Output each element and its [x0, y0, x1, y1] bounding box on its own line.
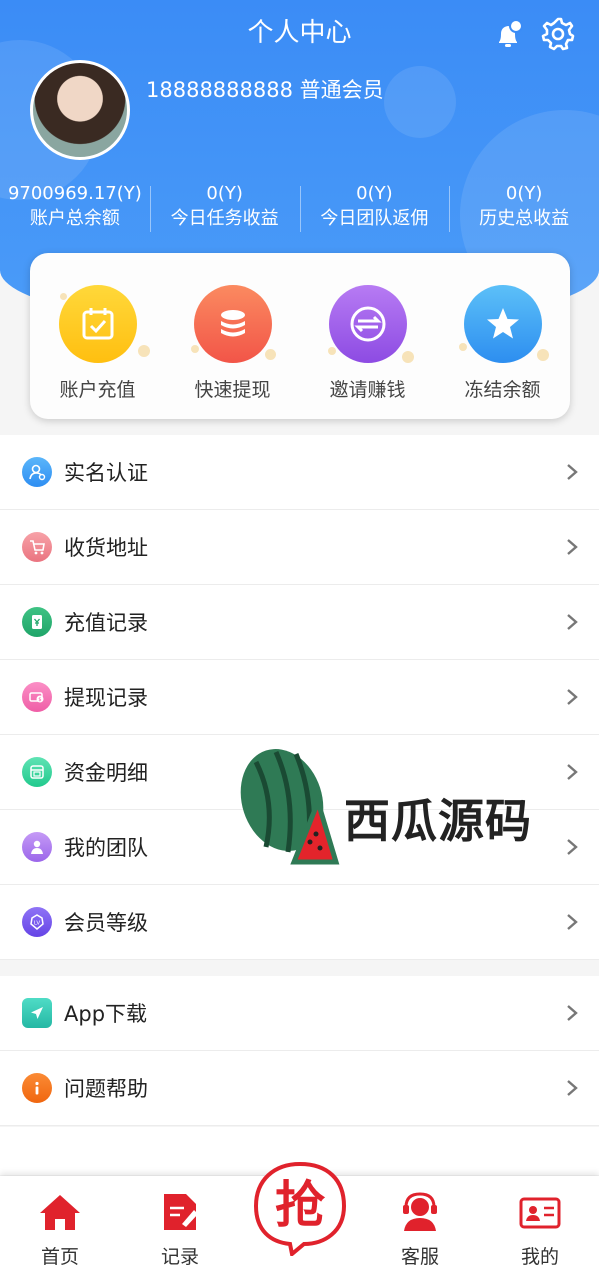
- records-icon: [164, 1194, 198, 1230]
- action-label: 快速提现: [194, 379, 271, 401]
- chevron-right-icon: [567, 764, 578, 780]
- tab-home[interactable]: 首页: [10, 1192, 110, 1269]
- menu-item-address[interactable]: 收货地址: [0, 510, 599, 585]
- home-icon: [40, 1195, 80, 1230]
- invite-button[interactable]: 邀请赚钱: [300, 285, 435, 419]
- gear-icon[interactable]: [540, 16, 576, 52]
- grab-label: 抢: [275, 1176, 326, 1234]
- ledger-icon: [22, 757, 52, 787]
- withdraw-button[interactable]: 快速提现: [165, 285, 300, 419]
- menu-label: 实名认证: [64, 461, 148, 485]
- chevron-right-icon: [567, 839, 578, 855]
- action-label: 冻结余额: [464, 379, 541, 401]
- coin-stack-icon: [193, 285, 272, 363]
- menu-label: 提现记录: [64, 686, 148, 710]
- decor-dot: [402, 351, 414, 363]
- stat-value: 0(Y): [505, 183, 543, 204]
- decor-dot: [537, 349, 549, 361]
- stat-today-team-rebate[interactable]: 0(Y) 今日团队返佣: [299, 182, 450, 236]
- menu-item-help[interactable]: 问题帮助: [0, 1051, 599, 1126]
- stat-label: 历史总收益: [479, 208, 570, 229]
- info-icon: [22, 1073, 52, 1103]
- watermark-text: 西瓜源码: [344, 794, 532, 848]
- recharge-icon: [22, 607, 52, 637]
- menu-label: 资金明细: [64, 761, 148, 785]
- headset-icon: [403, 1192, 437, 1231]
- chevron-right-icon: [567, 914, 578, 930]
- frozen-balance-button[interactable]: 冻结余额: [435, 285, 570, 419]
- menu-label: App下载: [64, 1002, 148, 1026]
- phone-number: 18888888888: [146, 78, 293, 102]
- menu-label: 我的团队: [64, 836, 148, 860]
- stat-value: 9700969.17(Y): [7, 183, 142, 204]
- stat-total-balance[interactable]: 9700969.17(Y) 账户总余额: [0, 182, 150, 236]
- menu-item-member-level[interactable]: LV 会员等级: [0, 885, 599, 960]
- bell-icon[interactable]: [492, 18, 526, 52]
- stat-label: 账户总余额: [29, 208, 120, 229]
- stat-today-task-income[interactable]: 0(Y) 今日任务收益: [149, 182, 300, 236]
- cart-icon: [22, 532, 52, 562]
- action-label: 邀请赚钱: [329, 379, 406, 401]
- grab-order-button[interactable]: 抢: [252, 1160, 348, 1256]
- help-menu: App下载 问题帮助: [0, 976, 599, 1126]
- menu-label: 会员等级: [64, 911, 148, 935]
- decor-dot: [60, 293, 67, 300]
- avatar[interactable]: [30, 60, 130, 160]
- tab-mine[interactable]: 我的: [490, 1192, 590, 1269]
- menu-item-withdraw-records[interactable]: $ 提现记录: [0, 660, 599, 735]
- action-label: 账户充值: [59, 379, 136, 401]
- balance-stats: 9700969.17(Y) 账户总余额 0(Y) 今日任务收益 0(Y) 今日团…: [0, 182, 599, 236]
- user-phone: 18888888888 普通会员: [146, 74, 384, 104]
- menu-item-app-download[interactable]: App下载: [0, 976, 599, 1051]
- stat-label: 今日任务收益: [170, 208, 279, 229]
- account-menu: 实名认证 收货地址 充值记录 $ 提现记录 资金明细 我的团队 LV 会员等级: [0, 435, 599, 960]
- menu-label: 问题帮助: [64, 1077, 148, 1101]
- star-icon: [463, 285, 542, 363]
- stat-label: 今日团队返佣: [320, 208, 429, 229]
- chevron-right-icon: [567, 1005, 578, 1021]
- quick-actions-card: 账户充值 快速提现 邀请赚钱 冻结余额: [30, 253, 570, 419]
- withdraw-icon: $: [22, 682, 52, 712]
- team-icon: [22, 832, 52, 862]
- svg-text:$: $: [38, 697, 41, 703]
- level-badge-icon: LV: [22, 907, 52, 937]
- chevron-right-icon: [567, 464, 578, 480]
- chevron-right-icon: [567, 539, 578, 555]
- exchange-icon: [328, 285, 407, 363]
- menu-item-real-name[interactable]: 实名认证: [0, 435, 599, 510]
- tab-label: 记录: [160, 1246, 199, 1268]
- decor-bubble: [384, 66, 456, 138]
- stat-history-income[interactable]: 0(Y) 历史总收益: [449, 182, 599, 236]
- tab-label: 首页: [40, 1246, 79, 1268]
- stat-value: 0(Y): [206, 183, 243, 204]
- decor-dot: [191, 345, 199, 353]
- member-level: 普通会员: [299, 78, 384, 102]
- tab-label: 我的: [520, 1246, 559, 1268]
- tab-records[interactable]: 记录: [130, 1192, 230, 1269]
- stat-value: 0(Y): [356, 183, 393, 204]
- svg-text:LV: LV: [34, 921, 40, 927]
- decor-dot: [328, 347, 336, 355]
- decor-dot: [459, 343, 467, 351]
- decor-dot: [265, 349, 276, 360]
- chevron-right-icon: [567, 1080, 578, 1096]
- tab-customer-service[interactable]: 客服: [370, 1192, 470, 1269]
- id-card-icon: [519, 1197, 561, 1229]
- menu-label: 收货地址: [64, 536, 148, 560]
- recharge-button[interactable]: 账户充值: [30, 285, 165, 419]
- user-verify-icon: [22, 457, 52, 487]
- decor-dot: [138, 345, 150, 357]
- menu-item-recharge-records[interactable]: 充值记录: [0, 585, 599, 660]
- tab-label: 客服: [400, 1246, 439, 1268]
- send-icon: [22, 998, 52, 1028]
- calendar-check-icon: [58, 285, 137, 363]
- chevron-right-icon: [567, 689, 578, 705]
- chevron-right-icon: [567, 614, 578, 630]
- menu-label: 充值记录: [64, 611, 148, 635]
